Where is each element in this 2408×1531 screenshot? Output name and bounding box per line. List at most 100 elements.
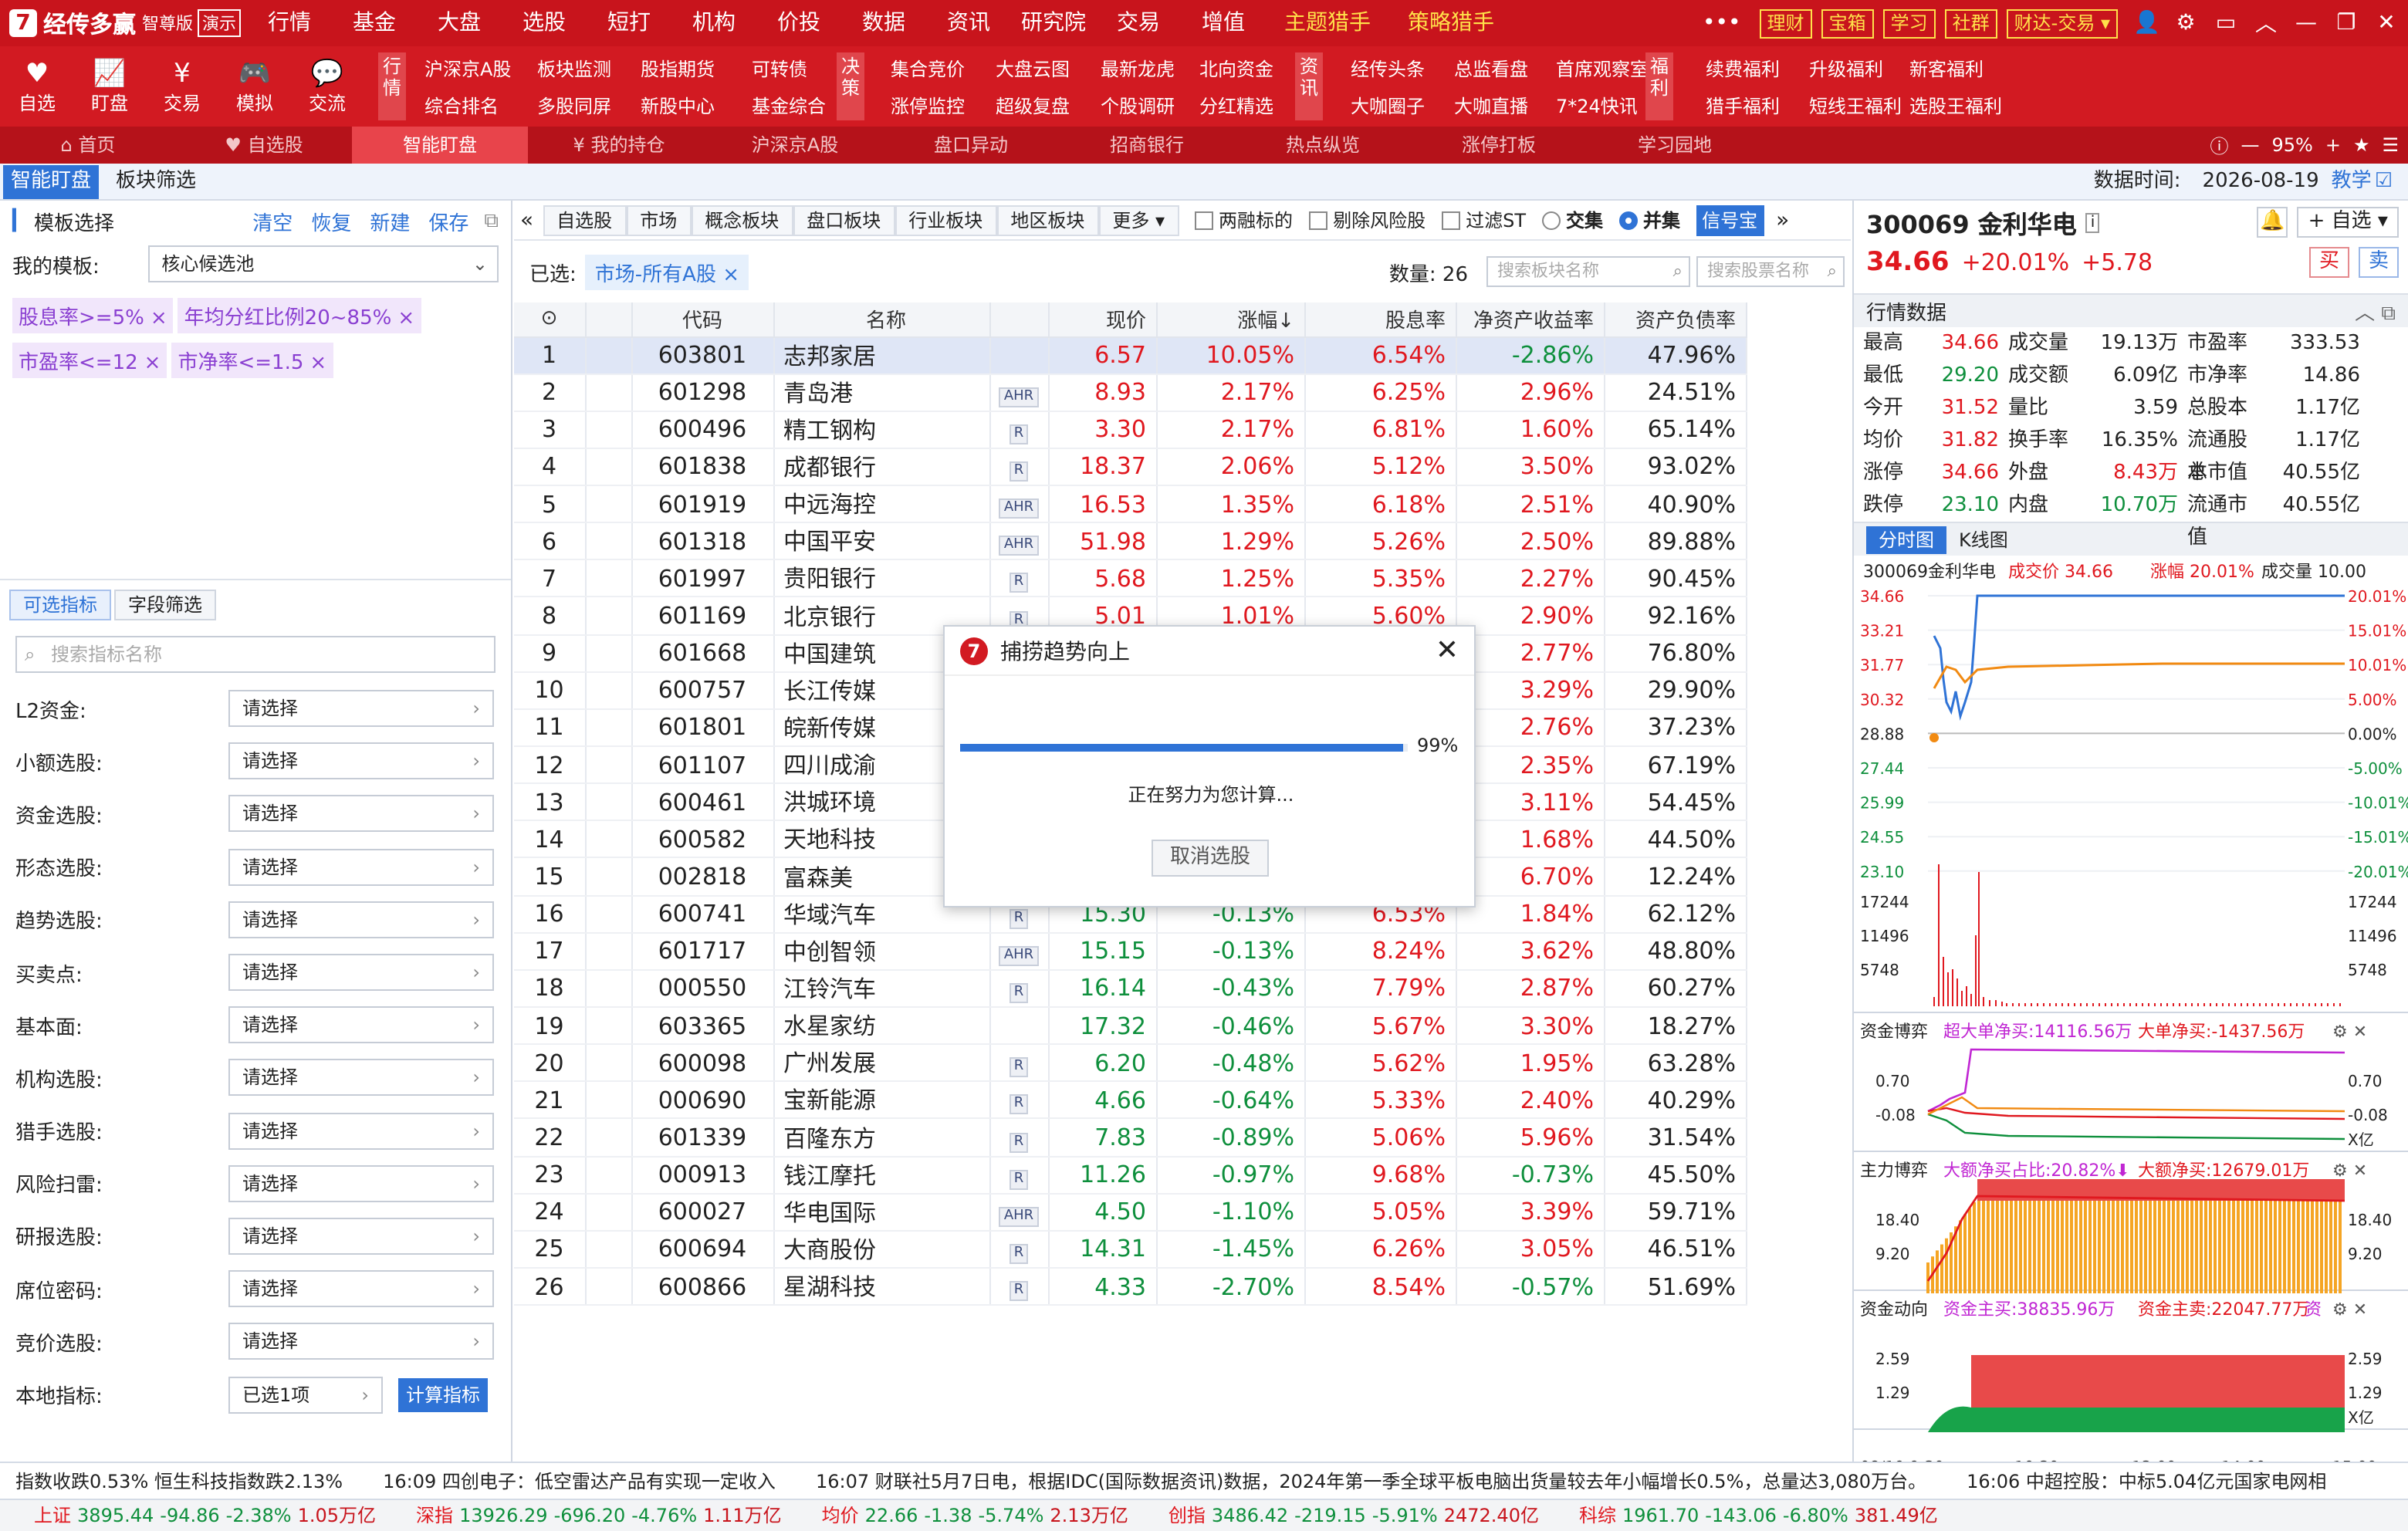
filter-select[interactable]: 请选择 › — [228, 1323, 494, 1360]
news-item[interactable]: 16:07 财联社5月7日电，根据IDC(国际数据资讯)数据，2024年第一季全… — [816, 1471, 1926, 1492]
top-nav-item[interactable]: 行情 — [247, 0, 332, 46]
filter-checkbox[interactable]: 过滤ST — [1441, 207, 1526, 233]
tool-link[interactable]: 新客福利 — [1909, 56, 1984, 82]
set-mode-radio[interactable]: 交集 — [1541, 207, 1603, 233]
tool-link[interactable]: 可转债 — [752, 56, 807, 82]
chart-tab[interactable]: K线图 — [1946, 526, 2021, 553]
indicator-tab[interactable]: 可选指标 — [9, 590, 112, 620]
table-row[interactable]: 1 603801 志邦家居 6.57 10.05% 6.54% -2.86% 47.96% — [514, 336, 1747, 375]
collapse-icon[interactable]: ︿ — [2254, 8, 2278, 39]
tool-link[interactable]: 基金综合 — [752, 93, 826, 119]
tool-link[interactable]: 个股调研 — [1101, 93, 1175, 119]
top-nav-item[interactable]: 价投 — [756, 0, 841, 46]
tab-sector-filter[interactable]: 板块筛选 — [108, 165, 204, 199]
filter-select[interactable]: 请选择 › — [228, 901, 494, 938]
tab-9[interactable]: 学习园地 — [1587, 127, 1763, 164]
gear-icon[interactable]: ⚙ — [2173, 11, 2198, 35]
tab-smart-watch[interactable]: 智能盯盘 — [3, 165, 100, 199]
tool-link[interactable]: 股指期货 — [641, 56, 715, 82]
filter-select[interactable]: 请选择 › — [228, 1112, 494, 1150]
remove-icon[interactable]: × — [144, 352, 161, 375]
zoom-out-icon[interactable]: — — [2241, 134, 2259, 156]
condition-tag[interactable]: 股息率>=5% × — [12, 298, 174, 333]
column-header[interactable] — [585, 302, 632, 337]
chart-tab[interactable]: 分时图 — [1866, 526, 1947, 553]
filter-button[interactable]: 行业板块 — [895, 204, 997, 235]
top-nav-item[interactable]: 短打 — [587, 0, 671, 46]
tool-link[interactable]: 超级复盘 — [996, 93, 1070, 119]
close-icon[interactable]: ✕ — [2374, 11, 2399, 35]
export-icon[interactable]: ⧉ — [484, 209, 499, 232]
news-ticker[interactable]: 指数收跌0.53% 恒生科技指数跌2.13% 16:09 四创电子：低空雷达产品有… — [0, 1462, 2408, 1499]
tool-link[interactable]: 总监看盘 — [1454, 56, 1528, 82]
filter-select[interactable]: 请选择 › — [228, 1006, 494, 1044]
table-row[interactable]: 2 601298 青岛港 AHR 8.93 2.17% 6.25% 2.96% 24.51% — [514, 373, 1747, 412]
index-item[interactable]: 上证 3895.44 -94.86 -2.38% 1.05万亿 — [34, 1500, 382, 1531]
buy-button[interactable]: 买 — [2309, 247, 2349, 278]
tool-gamepad[interactable]: 🎮 模拟 — [219, 46, 290, 127]
column-header[interactable]: 股息率 — [1304, 302, 1456, 337]
tutorial-link[interactable]: 教学 — [2332, 170, 2372, 193]
filter-button[interactable]: 市场 — [626, 204, 692, 235]
checkbox-icon[interactable]: ☑ — [2375, 170, 2393, 193]
cancel-button[interactable]: 取消选股 — [1152, 840, 1269, 877]
local-indicator-select[interactable]: 已选1项 › — [228, 1376, 383, 1414]
filter-button[interactable]: 自选股 — [543, 204, 627, 235]
top-nav-item[interactable]: 资讯 — [926, 0, 1011, 46]
remove-icon[interactable]: × — [309, 352, 326, 375]
tab-2[interactable]: 智能盯盘 — [352, 127, 528, 164]
tool-link[interactable]: 新股中心 — [641, 93, 715, 119]
add-watchlist-button[interactable]: + 自选 ▾ — [2297, 207, 2399, 238]
info-icon[interactable]: i — [2085, 212, 2100, 232]
condition-tag[interactable]: 市盈率<=12 × — [12, 343, 167, 378]
set-mode-radio[interactable]: 并集 — [1618, 207, 1680, 233]
indicator-search-input[interactable]: ⌕ 搜索指标名称 — [15, 636, 495, 673]
filter-select[interactable]: 请选择 › — [228, 1217, 494, 1255]
stock-search-input[interactable]: 搜索股票名称 ⌕ — [1696, 256, 1845, 287]
filter-button[interactable]: 更多 ▾ — [1098, 204, 1179, 235]
zoom-in-icon[interactable]: + — [2325, 134, 2341, 156]
tab-3[interactable]: ¥ 我的持仓 — [531, 127, 707, 164]
column-header[interactable]: 现价 — [1048, 302, 1157, 337]
minimize-icon[interactable]: — — [2294, 11, 2318, 35]
top-nav-item[interactable]: 增值 — [1181, 0, 1266, 46]
top-nav-item[interactable]: 机构 — [671, 0, 756, 46]
tool-link[interactable]: 涨停监控 — [891, 93, 965, 119]
tool-link[interactable]: 首席观察室 — [1556, 56, 1649, 82]
template-action-3[interactable]: 保存 — [428, 206, 468, 235]
remove-icon[interactable]: × — [397, 307, 414, 330]
news-item[interactable]: 16:06 中超控股：中标5.04亿元国家电网相 — [1967, 1471, 2326, 1492]
top-nav-item[interactable]: 交易 — [1096, 0, 1181, 46]
tool-link[interactable]: 猎手福利 — [1706, 93, 1780, 119]
table-row[interactable]: 22 601339 百隆东方 R 7.83 -0.89% 5.06% 5.96% 31.54% — [514, 1118, 1747, 1158]
table-row[interactable]: 18 000550 江铃汽车 R 16.14 -0.43% 7.79% 2.87% 60.27% — [514, 969, 1747, 1009]
table-row[interactable]: 19 603365 水星家纺 17.32 -0.46% 5.67% 3.30% 18.27% — [514, 1007, 1747, 1046]
sector-search-input[interactable]: 搜索板块名称 ⌕ — [1486, 256, 1690, 287]
column-header[interactable]: 涨幅↓ — [1156, 302, 1305, 337]
top-nav-item[interactable]: 数据 — [841, 0, 926, 46]
demo-badge[interactable]: 演示 — [198, 9, 242, 37]
tool-link[interactable]: 大盘云图 — [996, 56, 1070, 82]
top-nav-item[interactable]: 大盘 — [417, 0, 502, 46]
collapse-left-icon[interactable]: « — [520, 208, 533, 232]
selected-market-chip[interactable]: 市场-所有A股 × — [585, 254, 749, 289]
menu-icon[interactable]: ☰ — [2382, 134, 2399, 156]
tool-link[interactable]: 续费福利 — [1706, 56, 1780, 82]
expand-right-icon[interactable]: » — [1776, 208, 1789, 232]
tool-link[interactable]: 升级福利 — [1809, 56, 1883, 82]
tool-heart[interactable]: ♥ 自选 — [2, 46, 73, 127]
index-item[interactable]: 深指 13926.29 -696.20 -4.76% 1.11万亿 — [416, 1500, 788, 1531]
index-item[interactable]: 均价 22.66 -1.38 -5.74% 2.13万亿 — [822, 1500, 1135, 1531]
column-header[interactable]: ⊙ — [514, 302, 586, 337]
indicator-tab[interactable]: 字段筛选 — [114, 590, 217, 620]
user-icon[interactable]: 👤 — [2133, 11, 2160, 35]
top-nav-item[interactable]: 选股 — [502, 0, 587, 46]
filter-button[interactable]: 地区板块 — [996, 204, 1099, 235]
template-action-0[interactable]: 清空 — [252, 206, 293, 235]
filter-select[interactable]: 请选择 › — [228, 1164, 494, 1202]
filter-select[interactable]: 请选择 › — [228, 742, 494, 780]
tool-link[interactable]: 7*24快讯 — [1556, 93, 1638, 119]
table-row[interactable]: 21 000690 宝新能源 R 4.66 -0.64% 5.33% 2.40% 40.29% — [514, 1081, 1747, 1120]
tool-yuan[interactable]: ¥ 交易 — [147, 46, 218, 127]
filter-button[interactable]: 概念板块 — [691, 204, 793, 235]
